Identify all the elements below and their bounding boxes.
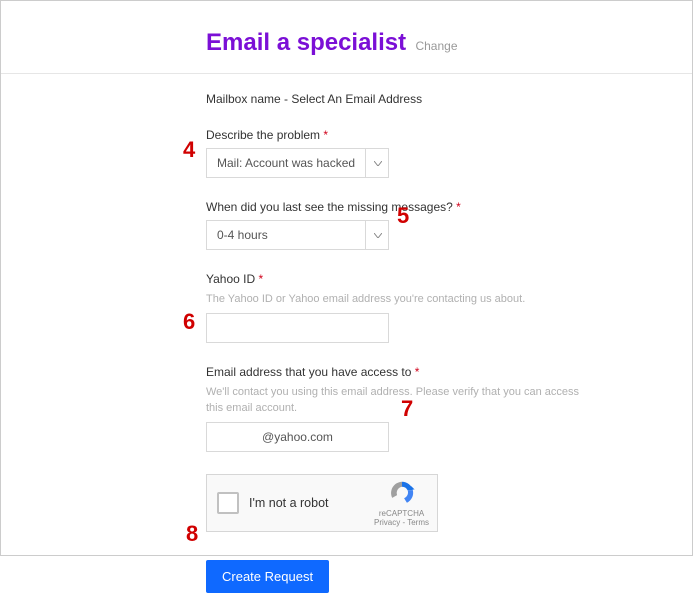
recaptcha-brand-text: reCAPTCHA <box>374 509 429 519</box>
contact-email-field-group: Email address that you have access to * … <box>206 365 681 452</box>
contact-email-label: Email address that you have access to * <box>206 365 681 379</box>
yahoo-id-label: Yahoo ID * <box>206 272 681 286</box>
mailbox-name-line: Mailbox name - Select An Email Address <box>206 92 681 106</box>
lastseen-label: When did you last see the missing messag… <box>206 200 681 214</box>
change-link[interactable]: Change <box>415 39 457 53</box>
problem-select-value[interactable]: Mail: Account was hacked <box>206 148 389 178</box>
problem-label-text: Describe the problem <box>206 128 320 142</box>
recaptcha-label: I'm not a robot <box>249 496 374 510</box>
contact-email-help: We'll contact you using this email addre… <box>206 385 586 416</box>
recaptcha-icon <box>388 479 416 507</box>
yahoo-id-label-text: Yahoo ID <box>206 272 255 286</box>
lastseen-select[interactable]: 0-4 hours <box>206 220 389 250</box>
page-header: Email a specialist Change <box>1 1 692 74</box>
recaptcha-brand: reCAPTCHA Privacy - Terms <box>374 479 429 528</box>
lastseen-field-group: When did you last see the missing messag… <box>206 200 681 250</box>
lastseen-label-text: When did you last see the missing messag… <box>206 200 453 214</box>
required-asterisk: * <box>415 365 420 379</box>
contact-email-label-text: Email address that you have access to <box>206 365 411 379</box>
problem-select[interactable]: Mail: Account was hacked <box>206 148 389 178</box>
recaptcha-checkbox[interactable] <box>217 492 239 514</box>
create-request-button[interactable]: Create Request <box>206 560 329 593</box>
yahoo-id-input[interactable] <box>206 313 389 343</box>
lastseen-select-value[interactable]: 0-4 hours <box>206 220 389 250</box>
contact-email-input[interactable] <box>206 422 389 452</box>
recaptcha-box: I'm not a robot reCAPTCHA Privacy - Term… <box>206 474 438 532</box>
yahoo-id-field-group: Yahoo ID * The Yahoo ID or Yahoo email a… <box>206 272 681 343</box>
page-title: Email a specialist <box>206 29 406 57</box>
form: Mailbox name - Select An Email Address D… <box>1 74 681 593</box>
required-asterisk: * <box>259 272 264 286</box>
problem-field-group: Describe the problem * Mail: Account was… <box>206 128 681 178</box>
problem-label: Describe the problem * <box>206 128 681 142</box>
required-asterisk: * <box>456 200 461 214</box>
recaptcha-links[interactable]: Privacy - Terms <box>374 518 429 528</box>
required-asterisk: * <box>323 128 328 142</box>
yahoo-id-help: The Yahoo ID or Yahoo email address you'… <box>206 292 586 307</box>
